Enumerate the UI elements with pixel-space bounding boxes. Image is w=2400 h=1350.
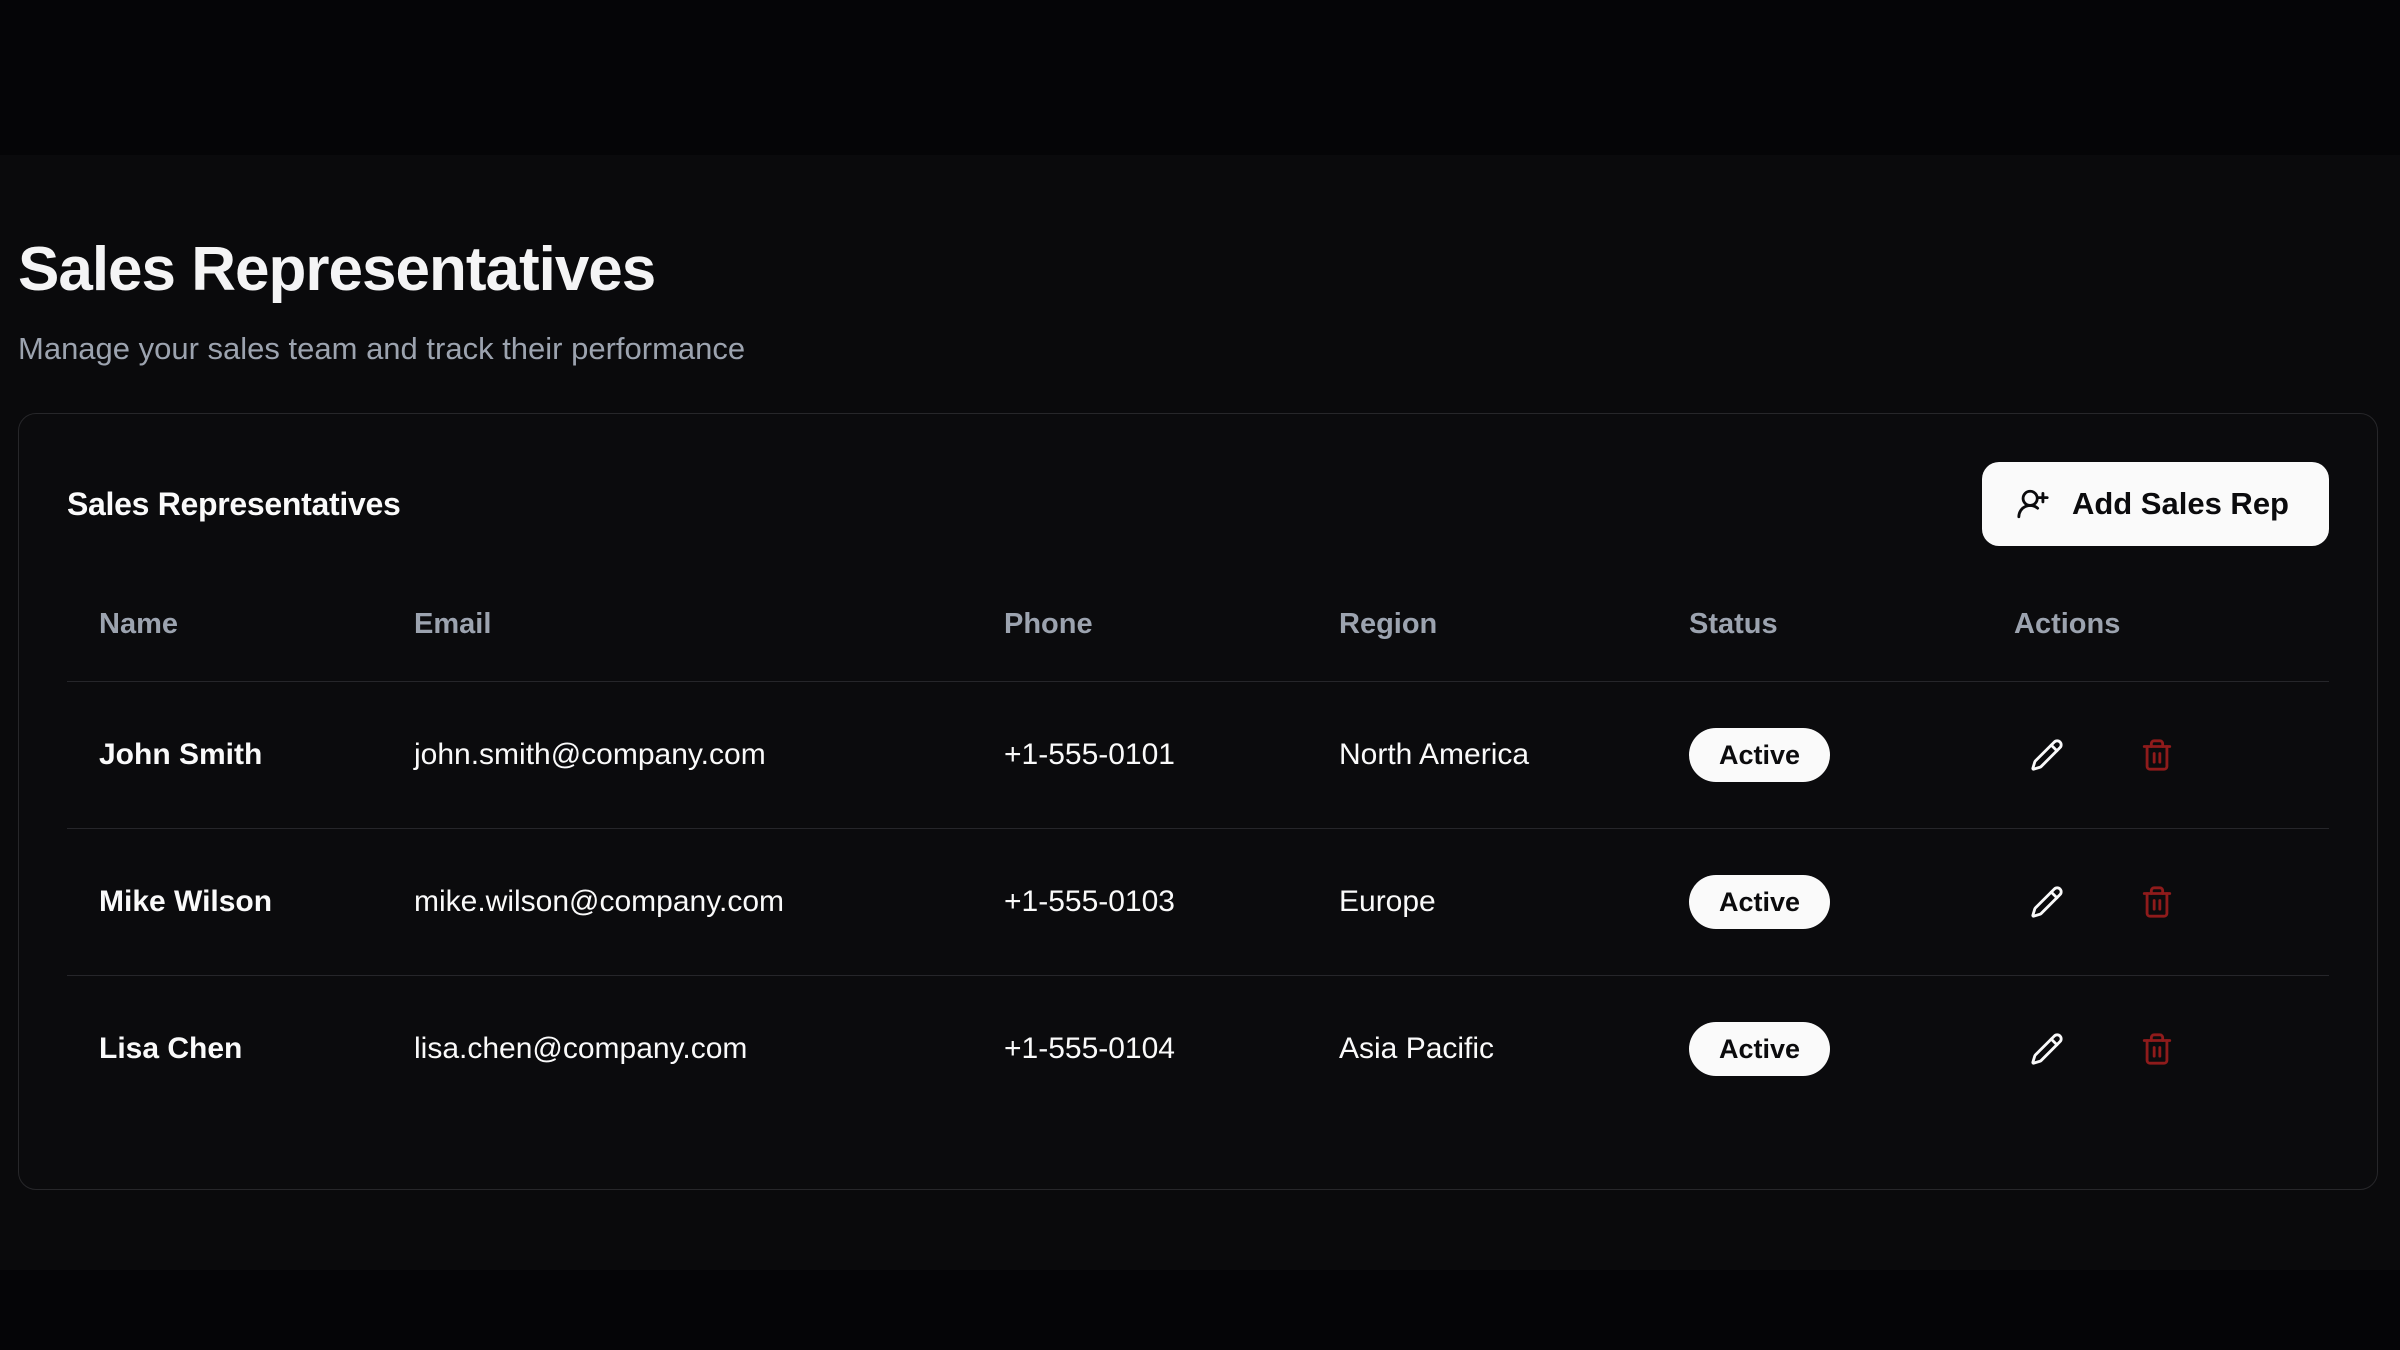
rep-status-cell: Active: [1657, 829, 1982, 976]
rep-actions-cell: [1982, 976, 2329, 1123]
column-header-name: Name: [67, 586, 382, 682]
sales-reps-card: Sales Representatives Add Sales Rep: [18, 413, 2378, 1190]
status-badge: Active: [1689, 728, 1830, 782]
column-header-actions: Actions: [1982, 586, 2329, 682]
rep-email: mike.wilson@company.com: [382, 829, 972, 976]
pencil-icon: [2030, 885, 2064, 919]
column-header-email: Email: [382, 586, 972, 682]
user-plus-icon: [2016, 487, 2050, 521]
rep-actions-cell: [1982, 682, 2329, 829]
table-body: John Smith john.smith@company.com +1-555…: [67, 682, 2329, 1123]
page-title: Sales Representatives: [18, 233, 2382, 307]
rep-phone: +1-555-0101: [972, 682, 1307, 829]
table-row: Mike Wilson mike.wilson@company.com +1-5…: [67, 829, 2329, 976]
table-header-row: NameEmailPhoneRegionStatusActions: [67, 586, 2329, 682]
column-header-phone: Phone: [972, 586, 1307, 682]
edit-button[interactable]: [2024, 879, 2070, 925]
delete-button[interactable]: [2134, 732, 2180, 778]
rep-region: North America: [1307, 682, 1657, 829]
pencil-icon: [2030, 1032, 2064, 1066]
page-container: Sales Representatives Manage your sales …: [0, 155, 2400, 1190]
delete-button[interactable]: [2134, 1026, 2180, 1072]
rep-status-cell: Active: [1657, 976, 1982, 1123]
card-header: Sales Representatives Add Sales Rep: [67, 462, 2329, 546]
status-badge: Active: [1689, 875, 1830, 929]
status-badge: Active: [1689, 1022, 1830, 1076]
add-sales-rep-button[interactable]: Add Sales Rep: [1982, 462, 2329, 546]
edit-button[interactable]: [2024, 1026, 2070, 1072]
rep-name: Lisa Chen: [67, 976, 382, 1123]
delete-button[interactable]: [2134, 879, 2180, 925]
rep-name: Mike Wilson: [67, 829, 382, 976]
pencil-icon: [2030, 738, 2064, 772]
rep-name: John Smith: [67, 682, 382, 829]
table-row: Lisa Chen lisa.chen@company.com +1-555-0…: [67, 976, 2329, 1123]
table-row: John Smith john.smith@company.com +1-555…: [67, 682, 2329, 829]
rep-email: lisa.chen@company.com: [382, 976, 972, 1123]
column-header-status: Status: [1657, 586, 1982, 682]
rep-actions-cell: [1982, 829, 2329, 976]
rep-region: Asia Pacific: [1307, 976, 1657, 1123]
card-title: Sales Representatives: [67, 486, 400, 523]
sales-reps-table: NameEmailPhoneRegionStatusActions John S…: [67, 586, 2329, 1123]
edit-button[interactable]: [2024, 732, 2070, 778]
rep-email: john.smith@company.com: [382, 682, 972, 829]
rep-status-cell: Active: [1657, 682, 1982, 829]
rep-phone: +1-555-0103: [972, 829, 1307, 976]
rep-region: Europe: [1307, 829, 1657, 976]
trash-icon: [2140, 885, 2174, 919]
add-sales-rep-button-label: Add Sales Rep: [2072, 486, 2289, 522]
trash-icon: [2140, 1032, 2174, 1066]
page-subtitle: Manage your sales team and track their p…: [18, 327, 2382, 371]
column-header-region: Region: [1307, 586, 1657, 682]
trash-icon: [2140, 738, 2174, 772]
rep-phone: +1-555-0104: [972, 976, 1307, 1123]
